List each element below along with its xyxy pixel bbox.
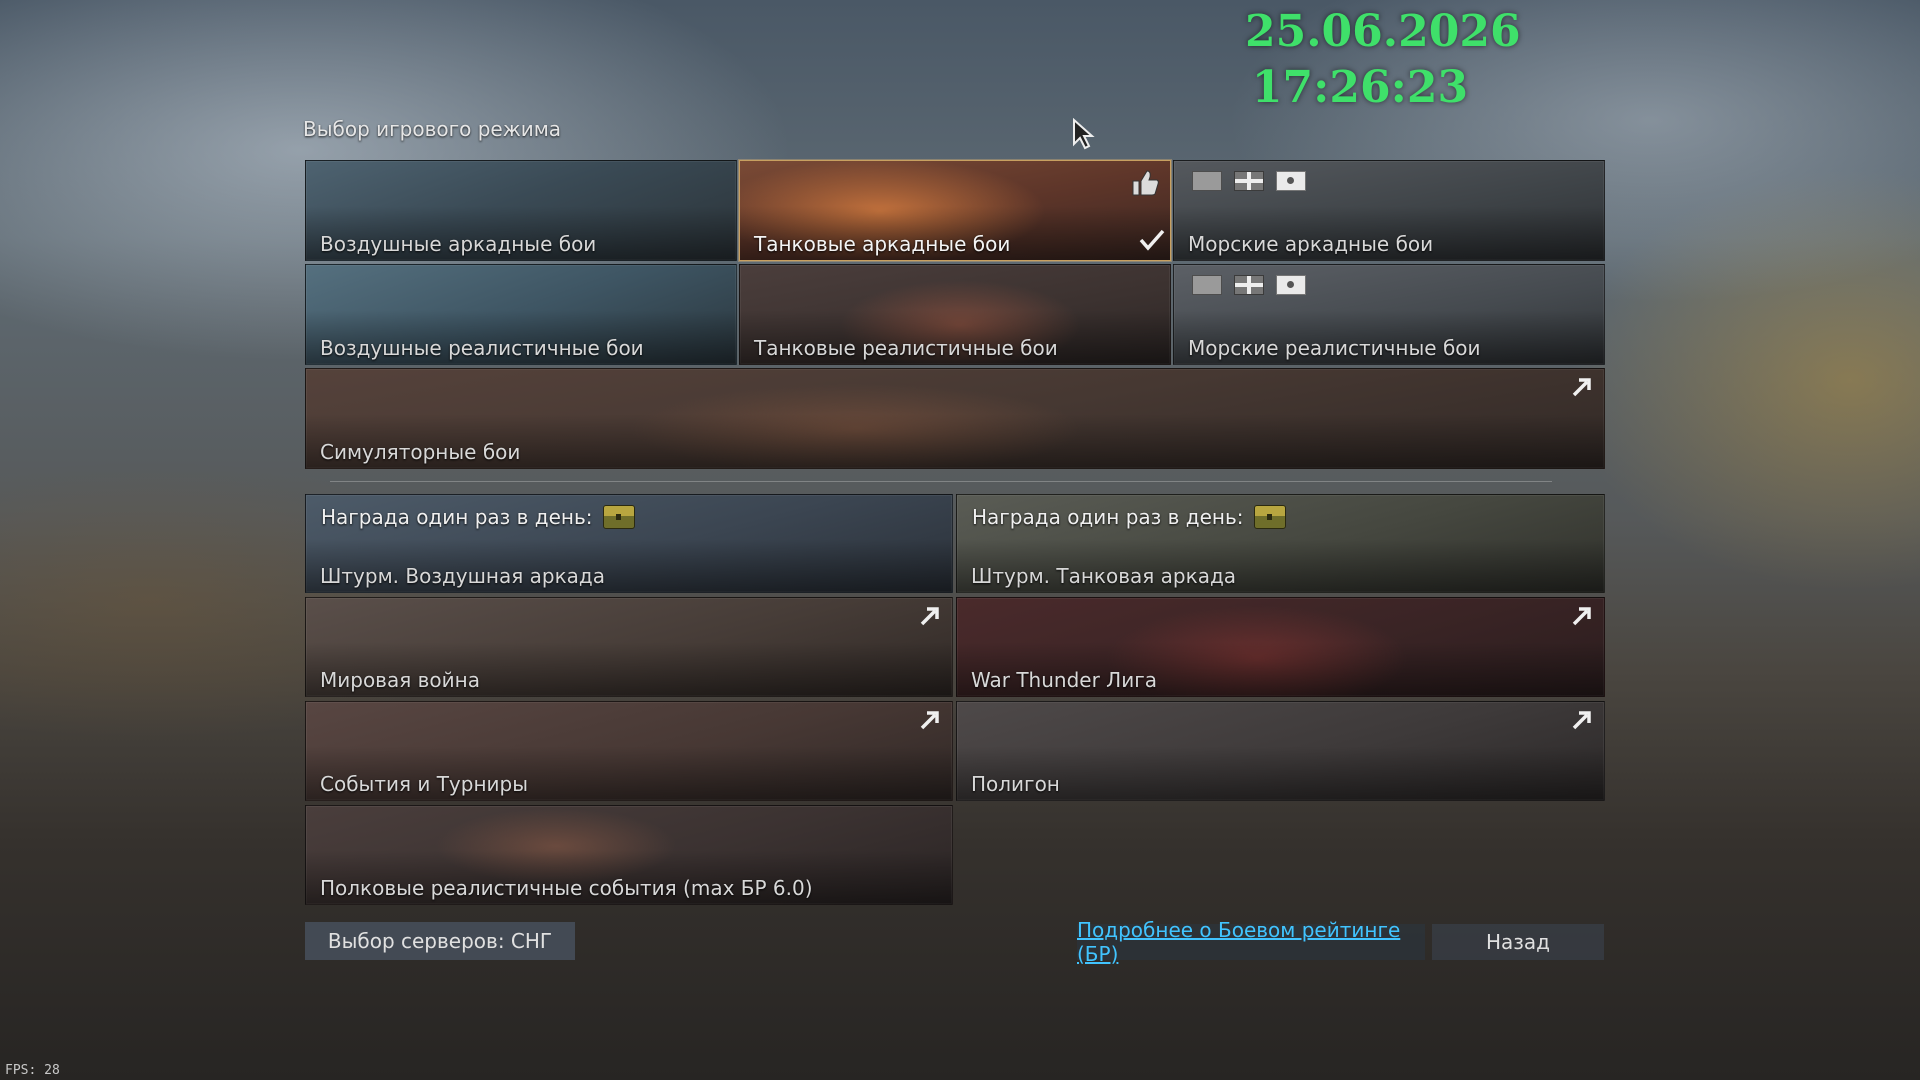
- mouse-cursor-icon: [1072, 117, 1096, 154]
- event-world-war[interactable]: Мировая война: [305, 597, 953, 697]
- nation-flags: [1192, 171, 1306, 191]
- clock-time: 17:26:23: [1251, 62, 1469, 113]
- server-select-button[interactable]: Выбор серверов: СНГ: [305, 922, 575, 960]
- daily-reward-label: Награда один раз в день:: [972, 505, 1244, 529]
- mode-label: Морские реалистичные бои: [1188, 336, 1481, 360]
- mode-air-arcade[interactable]: Воздушные аркадные бои: [305, 160, 737, 261]
- event-label: War Thunder Лига: [971, 668, 1157, 692]
- external-link-icon: [1572, 710, 1592, 730]
- event-label: Штурм. Танковая аркада: [971, 564, 1237, 588]
- event-assault-tank[interactable]: Награда один раз в день: Штурм. Танковая…: [956, 494, 1605, 593]
- external-link-icon: [920, 710, 940, 730]
- mode-label: Морские аркадные бои: [1188, 232, 1434, 256]
- cross-flag-icon: [1234, 171, 1264, 191]
- daily-reward: Награда один раз в день:: [321, 505, 635, 529]
- mode-air-realistic[interactable]: Воздушные реалистичные бои: [305, 264, 737, 365]
- event-label: Полигон: [971, 772, 1060, 796]
- clock-date: 25.06.2026: [1245, 6, 1521, 57]
- nation-flags: [1192, 275, 1306, 295]
- mode-naval-realistic[interactable]: Морские реалистичные бои: [1173, 264, 1605, 365]
- event-label: Штурм. Воздушная аркада: [320, 564, 606, 588]
- japan-flag-icon: [1276, 171, 1306, 191]
- mode-label: Симуляторные бои: [320, 440, 521, 464]
- daily-reward-label: Награда один раз в день:: [321, 505, 593, 529]
- checkmark-icon: [1138, 228, 1166, 256]
- event-league[interactable]: War Thunder Лига: [956, 597, 1605, 697]
- chest-icon: [1253, 505, 1286, 529]
- china-flag-icon: [1192, 275, 1222, 295]
- external-link-icon: [920, 606, 940, 626]
- event-regiment[interactable]: Полковые реалистичные события (max БР 6.…: [305, 805, 953, 905]
- external-link-icon: [1572, 377, 1592, 397]
- thumbs-up-icon: [1130, 169, 1160, 201]
- daily-reward: Награда один раз в день:: [972, 505, 1286, 529]
- chest-icon: [602, 505, 635, 529]
- mode-label: Танковые аркадные бои: [754, 232, 1011, 256]
- divider: [330, 481, 1552, 482]
- event-label: События и Турниры: [320, 772, 529, 796]
- event-label: Мировая война: [320, 668, 480, 692]
- japan-flag-icon: [1276, 275, 1306, 295]
- mode-label: Воздушные реалистичные бои: [320, 336, 644, 360]
- page-title: Выбор игрового режима: [303, 117, 562, 141]
- mode-simulator[interactable]: Симуляторные бои: [305, 368, 1605, 469]
- battle-rating-info-link[interactable]: Подробнее о Боевом рейтинге (БР): [1077, 918, 1425, 966]
- china-flag-icon: [1192, 171, 1222, 191]
- mode-label: Воздушные аркадные бои: [320, 232, 597, 256]
- cross-flag-icon: [1234, 275, 1264, 295]
- mode-tank-arcade[interactable]: Танковые аркадные бои: [739, 160, 1171, 261]
- external-link-icon: [1572, 606, 1592, 626]
- mode-tank-realistic[interactable]: Танковые реалистичные бои: [739, 264, 1171, 365]
- event-tournaments[interactable]: События и Турниры: [305, 701, 953, 801]
- mode-label: Танковые реалистичные бои: [754, 336, 1058, 360]
- event-assault-air[interactable]: Награда один раз в день: Штурм. Воздушна…: [305, 494, 953, 593]
- clock: 25.06.2026 17:26:23: [1245, 4, 1521, 116]
- back-button[interactable]: Назад: [1432, 924, 1604, 960]
- event-polygon[interactable]: Полигон: [956, 701, 1605, 801]
- event-label: Полковые реалистичные события (max БР 6.…: [320, 876, 813, 900]
- fps-counter: FPS: 28: [5, 1063, 60, 1078]
- mode-naval-arcade[interactable]: Морские аркадные бои: [1173, 160, 1605, 261]
